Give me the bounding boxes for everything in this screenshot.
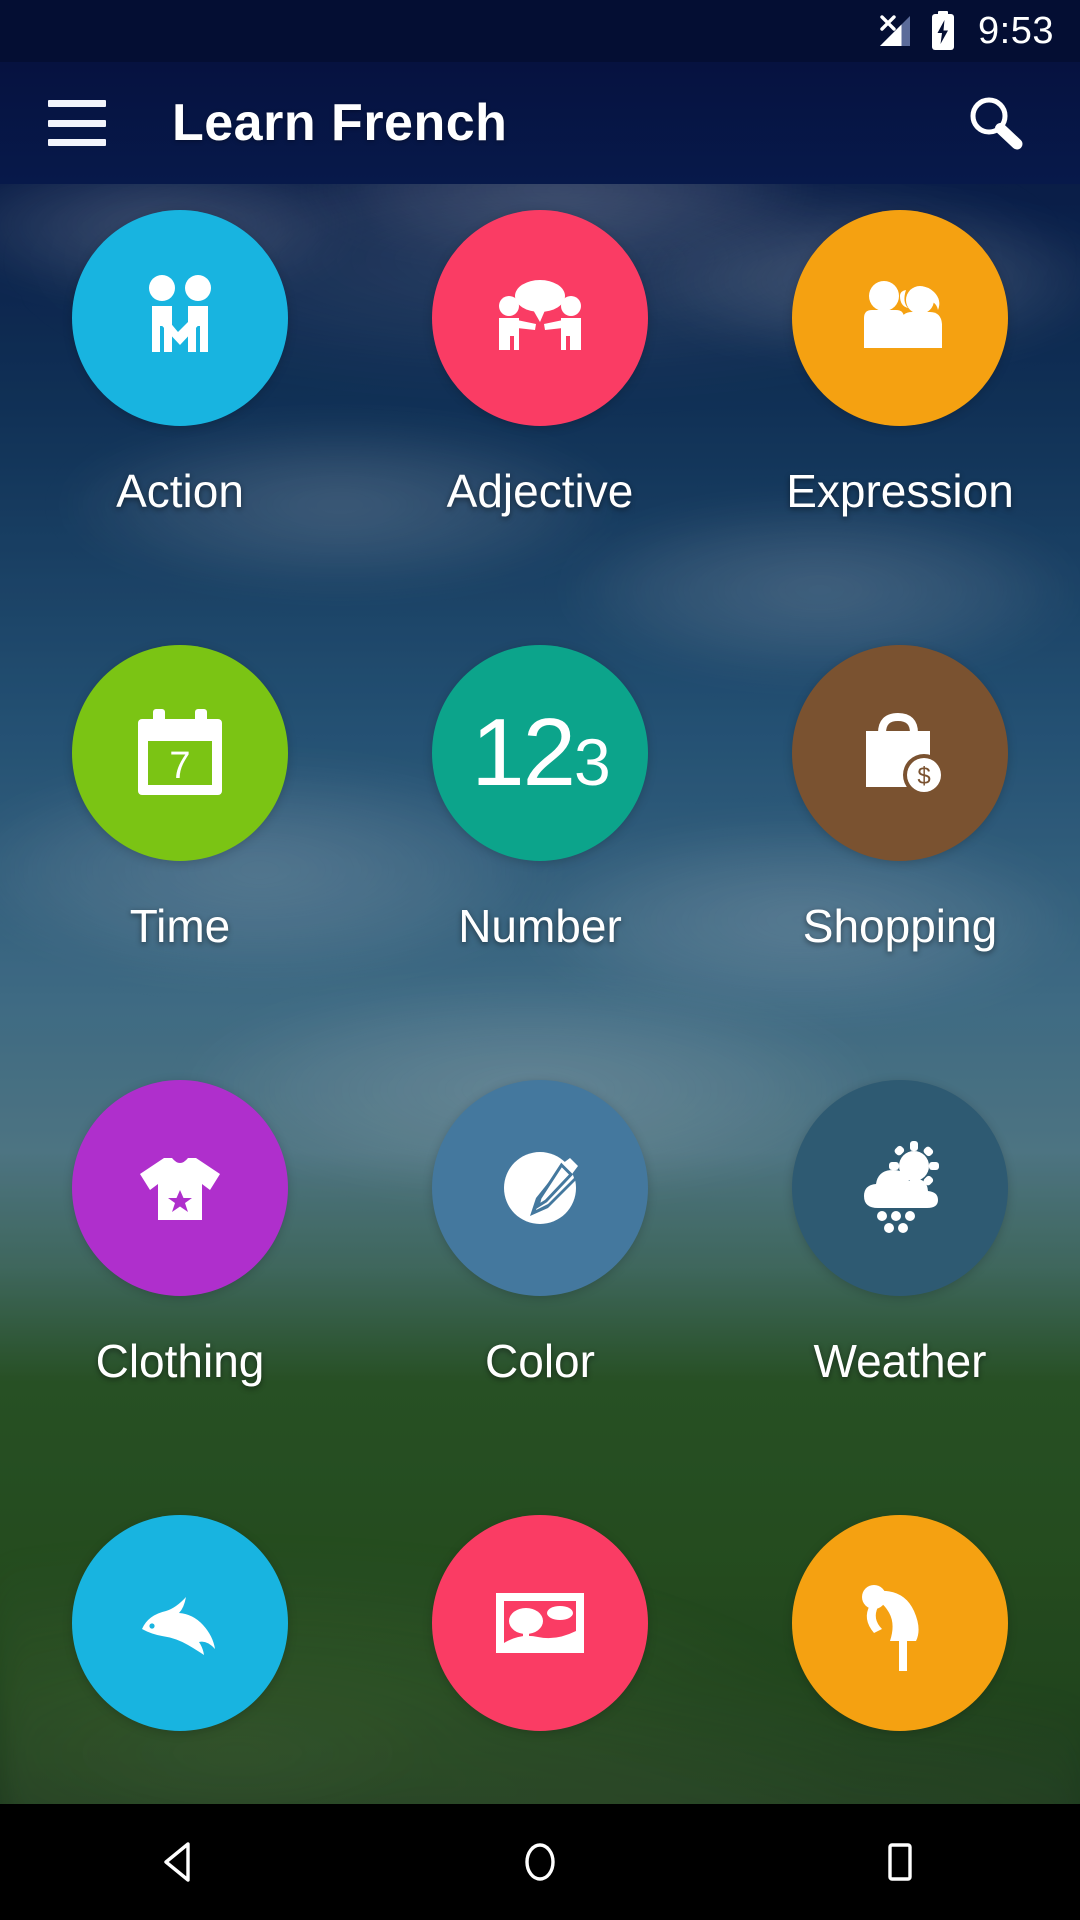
category-item-animal[interactable] bbox=[0, 1515, 360, 1804]
category-item-action[interactable]: Action bbox=[0, 210, 360, 645]
home-circle-icon[interactable] bbox=[480, 1804, 600, 1920]
calendar-day-number: 7 bbox=[169, 745, 191, 787]
category-circle[interactable]: $ bbox=[792, 645, 1008, 861]
category-label: Weather bbox=[813, 1335, 987, 1387]
person-bending-icon bbox=[848, 1571, 952, 1675]
palette-pencil-icon bbox=[488, 1136, 592, 1240]
android-navigation-bar bbox=[0, 1804, 1080, 1920]
category-item-body[interactable] bbox=[720, 1515, 1080, 1804]
category-label: Expression bbox=[786, 465, 1014, 517]
status-bar-clock: 9:53 bbox=[978, 10, 1054, 52]
category-label: Clothing bbox=[95, 1335, 265, 1387]
category-grid: Action Adjective Expression 7 Time 123 N… bbox=[0, 184, 1080, 1804]
hamburger-menu-icon[interactable] bbox=[48, 100, 106, 146]
back-triangle-icon[interactable] bbox=[120, 1804, 240, 1920]
calendar-day-icon: 7 bbox=[128, 701, 232, 805]
category-circle[interactable]: 7 bbox=[72, 645, 288, 861]
category-label: Color bbox=[485, 1335, 595, 1387]
category-label: Action bbox=[116, 465, 244, 517]
page-title: Learn French bbox=[172, 94, 508, 152]
people-talking-bubble-icon bbox=[488, 266, 592, 370]
category-item-time[interactable]: 7 Time bbox=[0, 645, 360, 1080]
couple-man-woman-icon bbox=[848, 266, 952, 370]
category-item-expression[interactable]: Expression bbox=[720, 210, 1080, 645]
status-bar: 9:53 bbox=[0, 0, 1080, 62]
sun-cloud-rain-icon bbox=[848, 1136, 952, 1240]
category-label: Number bbox=[458, 900, 622, 952]
shopping-bag-dollar-icon: $ bbox=[848, 701, 952, 805]
battery-charging-icon bbox=[930, 11, 956, 51]
category-label: Shopping bbox=[802, 900, 998, 952]
category-circle[interactable] bbox=[72, 1515, 288, 1731]
category-item-nature[interactable] bbox=[360, 1515, 720, 1804]
category-circle[interactable] bbox=[72, 1080, 288, 1296]
dolphin-icon bbox=[128, 1571, 232, 1675]
category-circle[interactable] bbox=[792, 210, 1008, 426]
category-circle[interactable] bbox=[432, 210, 648, 426]
landscape-picture-icon bbox=[488, 1571, 592, 1675]
category-circle[interactable] bbox=[72, 210, 288, 426]
category-label: Time bbox=[129, 900, 231, 952]
app-bar: Learn French bbox=[0, 62, 1080, 184]
svg-text:$: $ bbox=[917, 763, 930, 790]
handshake-people-icon bbox=[128, 266, 232, 370]
category-item-clothing[interactable]: Clothing bbox=[0, 1080, 360, 1515]
category-label: Adjective bbox=[446, 465, 634, 517]
category-circle[interactable] bbox=[432, 1080, 648, 1296]
search-icon[interactable] bbox=[960, 88, 1030, 158]
category-item-shopping[interactable]: $ Shopping bbox=[720, 645, 1080, 1080]
category-circle[interactable] bbox=[792, 1515, 1008, 1731]
category-circle[interactable] bbox=[792, 1080, 1008, 1296]
category-item-adjective[interactable]: Adjective bbox=[360, 210, 720, 645]
category-item-color[interactable]: Color bbox=[360, 1080, 720, 1515]
signal-no-sim-icon bbox=[876, 13, 914, 49]
tshirt-star-icon bbox=[128, 1136, 232, 1240]
numbers-123-icon: 123 bbox=[471, 699, 610, 806]
category-item-weather[interactable]: Weather bbox=[720, 1080, 1080, 1515]
category-circle[interactable]: 123 bbox=[432, 645, 648, 861]
recents-square-icon[interactable] bbox=[840, 1804, 960, 1920]
category-item-number[interactable]: 123 Number bbox=[360, 645, 720, 1080]
category-circle[interactable] bbox=[432, 1515, 648, 1731]
